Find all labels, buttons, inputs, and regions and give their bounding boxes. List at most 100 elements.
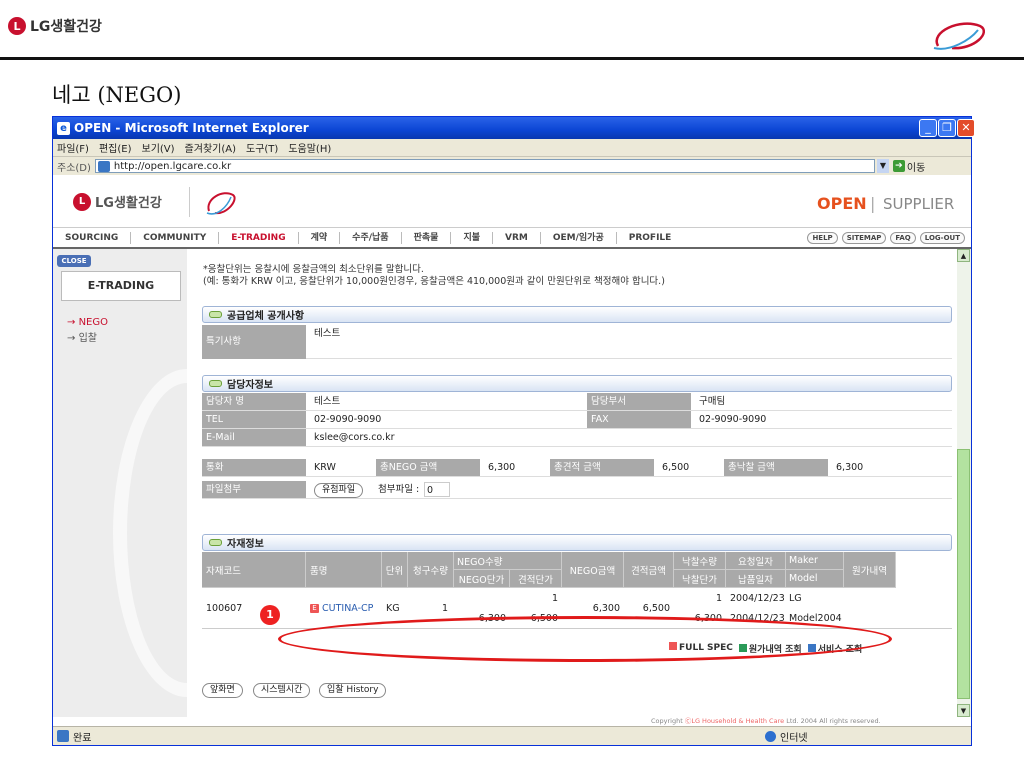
contact-dept: 구매팀 (699, 396, 726, 407)
contact-name: 테스트 (314, 396, 341, 407)
material-code: 100607 (206, 602, 243, 614)
material-maker: LG (789, 592, 802, 604)
lg-logo-icon: L (8, 17, 26, 35)
global-nav: SOURCING COMMUNITY E-TRADING 계약 수주/납품 판촉… (53, 227, 971, 249)
scroll-up-icon[interactable]: ▲ (957, 249, 970, 262)
materials-table-header: 자재코드 품명 단위 청구수량 NEGO수량 NEGO단가 견적단가 NEGO금… (202, 552, 952, 588)
material-req-date: 2004/12/23 (730, 592, 785, 604)
slide-brand-logo: L LG생활건강 (8, 14, 102, 38)
menu-view[interactable]: 보기(V) (142, 140, 175, 155)
page-icon (97, 161, 110, 172)
help-button[interactable]: HELP (807, 232, 838, 244)
vertical-scrollbar[interactable]: ▲ ▼ (957, 249, 971, 717)
site-header: L LG생활건강 OPEN | SUPPLIER (53, 175, 971, 227)
total-award-amount: 6,300 (836, 462, 864, 473)
contact-row-1: 담당자 명 테스트 담당부서 구매팀 (202, 393, 952, 411)
section-materials: 자재정보 (202, 534, 952, 551)
menu-bar: 파일(F) 편집(E) 보기(V) 즐겨찾기(A) 도구(T) 도움말(H) (53, 139, 971, 156)
faq-button[interactable]: FAQ (890, 232, 916, 244)
window-title: OPEN - Microsoft Internet Explorer (74, 121, 309, 135)
contact-email: kslee@cors.co.kr (314, 432, 395, 443)
address-bar: 주소(D) http://open.lgcare.co.kr ▼ ➔ 이동 (53, 156, 971, 175)
attach-label: 첨부파일 : (378, 484, 420, 495)
nav-vrm[interactable]: VRM (493, 231, 541, 244)
special-notes-row: 특기사항 테스트 (202, 325, 952, 359)
section-supplier-notice: 공급업체 공개사항 (202, 306, 952, 323)
sitemap-button[interactable]: SITEMAP (841, 232, 887, 244)
section-bullet-icon (209, 311, 222, 318)
attach-file-button[interactable]: 유첨파일 (314, 483, 364, 498)
scroll-down-icon[interactable]: ▼ (957, 704, 970, 717)
material-award-qty: 1 (715, 592, 722, 604)
sidebar-item-nego[interactable]: → NEGO (67, 317, 108, 328)
slide-divider (0, 57, 1024, 60)
menu-edit[interactable]: 편집(E) (99, 140, 132, 155)
nav-sourcing[interactable]: SOURCING (53, 231, 132, 244)
menu-tools[interactable]: 도구(T) (246, 140, 278, 155)
section-bullet-icon (209, 380, 222, 387)
note-line-2: (예: 통화가 KRW 이고, 응찰단위가 10,000원인경우, 응찰금액은 … (203, 276, 665, 287)
back-button[interactable]: 앞화면 (202, 683, 243, 698)
material-nego-qty: 1 (551, 592, 558, 604)
special-notes-label: 특기사항 (202, 325, 306, 359)
lg-logo-icon: L (73, 192, 91, 211)
brand-separator: | (870, 194, 876, 213)
menu-help[interactable]: 도움말(H) (288, 140, 331, 155)
nav-e-trading[interactable]: E-TRADING (219, 231, 299, 244)
amounts-row: 통화 KRW 총NEGO 금액 6,300 총견적 금액 6,500 총낙찰 금… (202, 459, 952, 477)
zone-indicator: 인터넷 (765, 729, 808, 744)
nav-profile[interactable]: PROFILE (617, 232, 684, 244)
sidebar-item-bid[interactable]: → 입찰 (67, 329, 97, 344)
address-dropdown-icon[interactable]: ▼ (876, 159, 889, 173)
menu-favorites[interactable]: 즐겨찾기(A) (185, 140, 236, 155)
go-arrow-icon: ➔ (892, 160, 905, 172)
annotation-badge: 1 (260, 605, 280, 625)
nav-community[interactable]: COMMUNITY (131, 231, 220, 244)
site-logo[interactable]: L LG생활건강 (73, 192, 162, 211)
globe-icon (765, 731, 776, 742)
bid-history-button[interactable]: 입찰 History (319, 683, 387, 698)
status-text: 완료 (73, 732, 92, 744)
contact-row-3: E-Mail kslee@cors.co.kr (202, 429, 952, 447)
nav-order-delivery[interactable]: 수주/납품 (340, 231, 402, 244)
slide-brand-text: LG생활건강 (30, 19, 102, 35)
currency-value: KRW (314, 462, 336, 473)
scroll-thumb[interactable] (957, 449, 970, 699)
contact-row-2: TEL 02-9090-9090 FAX 02-9090-9090 (202, 411, 952, 429)
nav-promo[interactable]: 판촉물 (402, 231, 452, 244)
status-bar: 완료 인터넷 (53, 726, 971, 745)
clean-beautiful-logo-icon (933, 22, 986, 50)
close-button[interactable]: ✕ (957, 119, 975, 137)
maximize-button[interactable]: ❐ (938, 119, 956, 137)
logout-button[interactable]: LOG-OUT (919, 232, 965, 244)
menu-file[interactable]: 파일(F) (57, 140, 89, 155)
utility-links: HELP SITEMAP FAQ LOG-OUT (807, 232, 965, 244)
minimize-button[interactable]: _ (919, 119, 937, 137)
nav-payment[interactable]: 지불 (451, 231, 493, 244)
contact-fax: 02-9090-9090 (699, 414, 767, 425)
system-time-button[interactable]: 시스템시간 (253, 683, 311, 698)
go-button[interactable]: ➔ 이동 (892, 159, 925, 174)
slide-title: 네고 (NEGO) (52, 83, 182, 107)
address-label: 주소(D) (57, 162, 91, 174)
section-contact: 담당자정보 (202, 375, 952, 392)
window-title-bar[interactable]: e OPEN - Microsoft Internet Explorer (53, 117, 971, 139)
brand-supplier: SUPPLIER (883, 195, 955, 213)
contact-tel: 02-9090-9090 (314, 414, 382, 425)
attach-count: 0 (424, 482, 450, 497)
nav-oem[interactable]: OEM/임가공 (541, 231, 617, 244)
material-detail-icon: E (310, 603, 319, 613)
nav-contract[interactable]: 계약 (299, 231, 341, 244)
brand-open: OPEN (817, 194, 867, 213)
status-page-icon (57, 730, 69, 742)
total-nego-amount: 6,300 (488, 462, 516, 473)
section-bullet-icon (209, 539, 222, 546)
clean-logo-icon (206, 192, 236, 215)
special-notes-value: 테스트 (314, 328, 341, 339)
annotation-ellipse (278, 616, 892, 662)
copyright: Copyright ⒸLG Household & Health Care Lt… (651, 717, 881, 725)
total-quote-amount: 6,500 (662, 462, 690, 473)
sidebar-decoration (113, 369, 187, 697)
address-input[interactable]: http://open.lgcare.co.kr (94, 159, 875, 173)
sidebar-close-button[interactable]: CLOSE (57, 255, 91, 267)
